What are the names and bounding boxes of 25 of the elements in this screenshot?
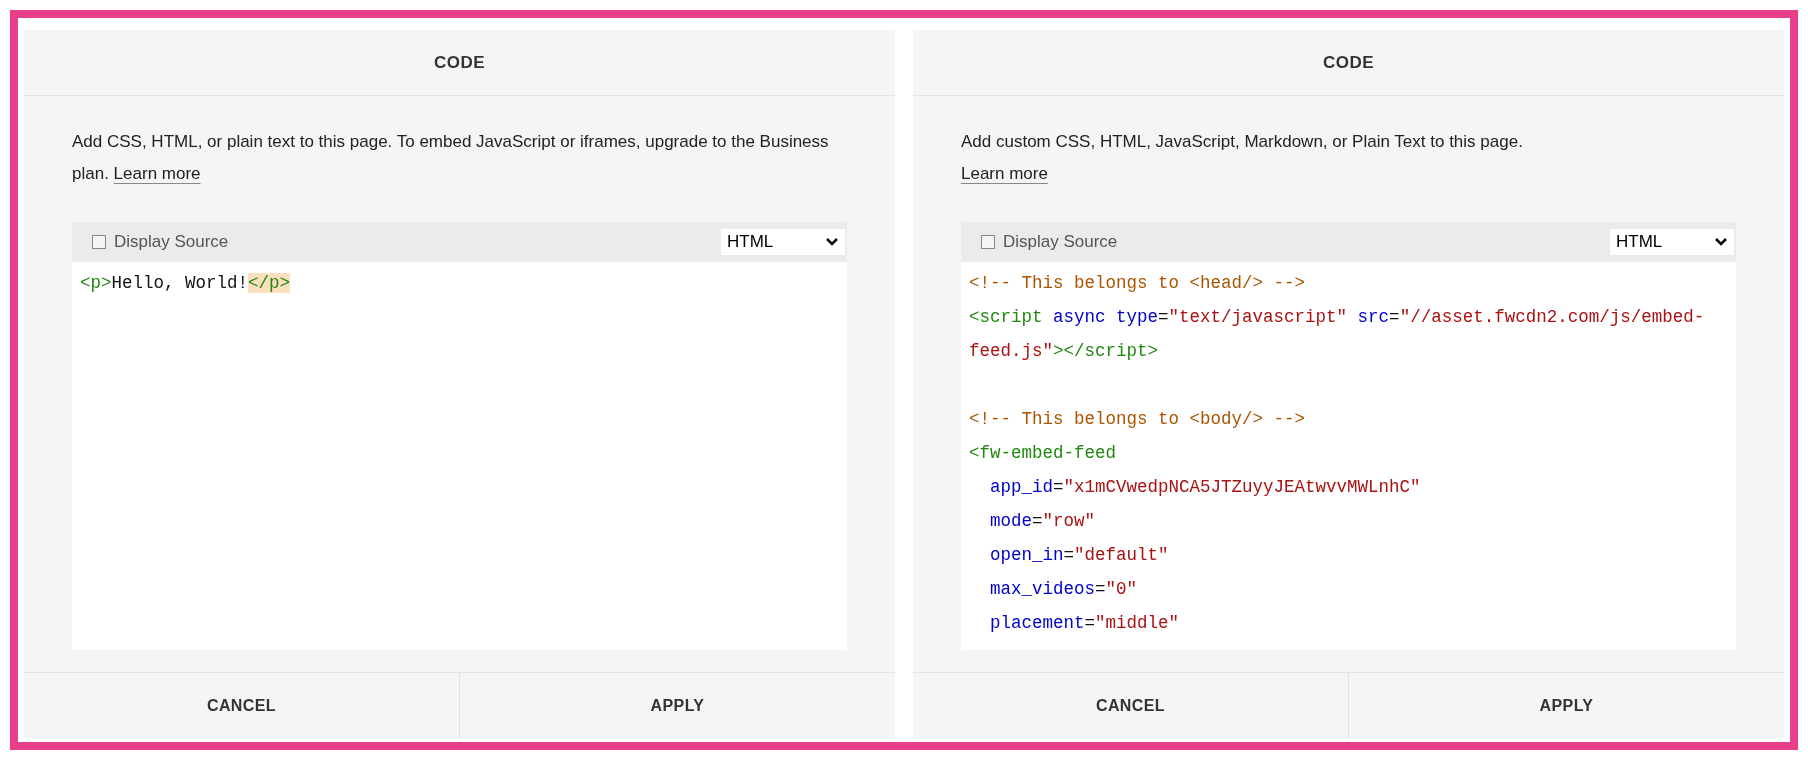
code-line: app_id="x1mCVwedpNCA5JTZuyyJEAtwvvMWLnhC" <box>989 476 1422 499</box>
learn-more-link[interactable]: Learn more <box>113 164 201 183</box>
code-line: <script async type="text/javascript" src="//asset.fwcdn2.com/js/embed-feed.js"></script> <box>969 306 1706 363</box>
dialog-title: CODE <box>434 51 485 74</box>
code-line: max_videos="0" <box>989 578 1139 601</box>
dialog-title: CODE <box>1323 51 1374 74</box>
code-line: <p>Hello, World!</p> <box>80 272 292 295</box>
checkbox[interactable] <box>92 235 106 249</box>
code-editor[interactable]: <p>Hello, World!</p> <box>72 262 847 650</box>
code-line: placement="middle" <box>989 612 1181 635</box>
language-select[interactable]: HTML <box>1610 229 1734 255</box>
code-line: mode="row" <box>989 510 1097 533</box>
code-line: <!-- This belongs to <body/> --> <box>969 408 1307 431</box>
display-source-checkbox[interactable]: Display Source <box>92 229 229 255</box>
display-source-checkbox[interactable]: Display Source <box>981 229 1118 255</box>
language-select[interactable]: HTML <box>721 229 845 255</box>
code-line: <!-- This belongs to <head/> --> <box>969 272 1307 295</box>
checkbox[interactable] <box>981 235 995 249</box>
description-text: Add CSS, HTML, or plain text to this page. To embed JavaScript or iframes, upgrade to the Business plan. Learn more <box>72 131 830 185</box>
chevron-down-icon <box>825 237 839 247</box>
description-text: Add custom CSS, HTML, JavaScript, Markdown, or Plain Text to this page. Learn more <box>961 131 1524 185</box>
learn-more-link[interactable]: Learn more <box>961 164 1048 183</box>
code-line: <fw-embed-feed <box>969 442 1118 465</box>
code-line: open_in="default" <box>989 544 1170 567</box>
chevron-down-icon <box>1714 237 1728 247</box>
